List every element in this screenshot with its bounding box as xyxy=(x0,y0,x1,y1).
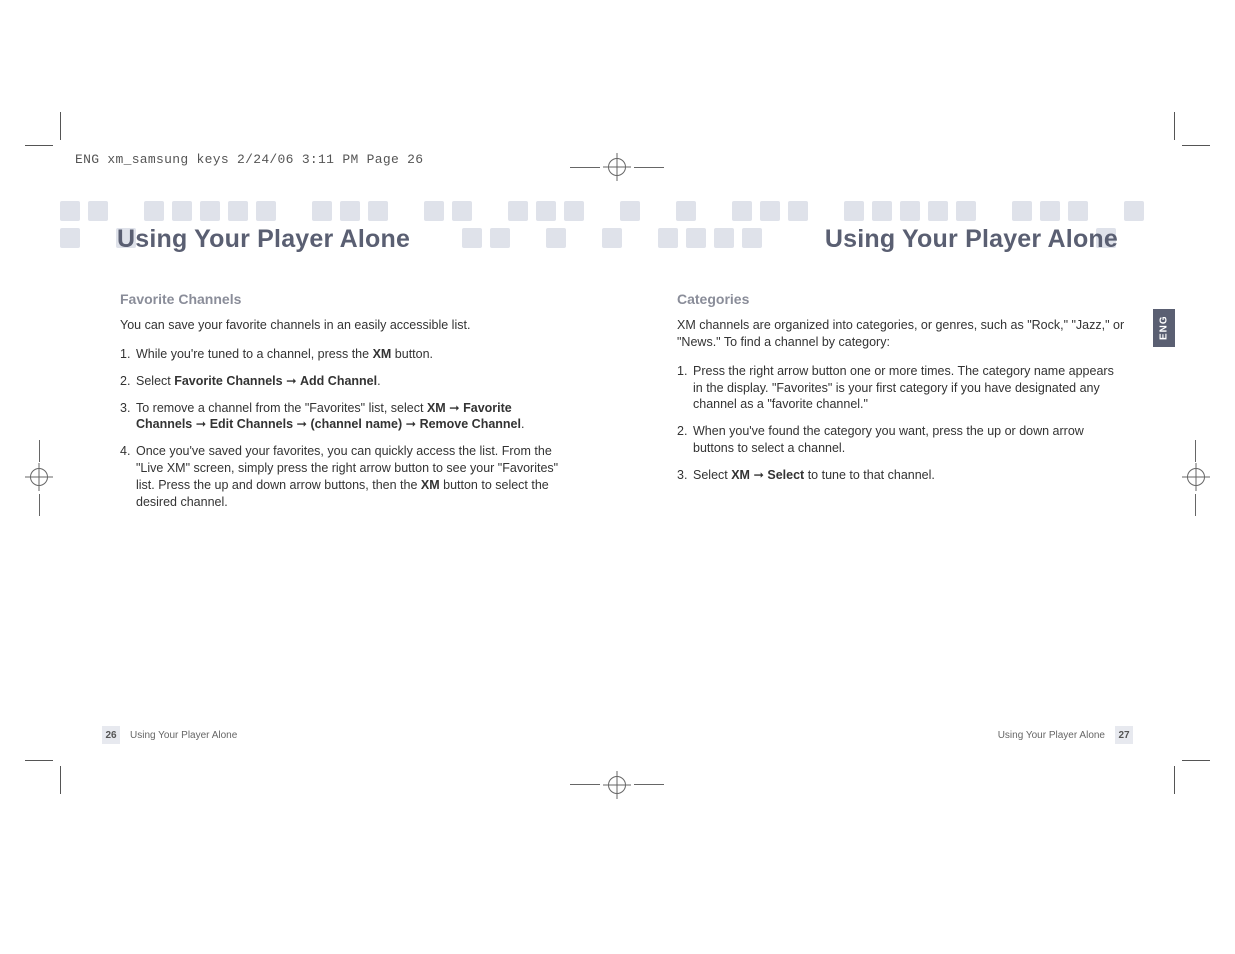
intro-text: You can save your favorite channels in a… xyxy=(120,317,568,334)
list-item: 2. Select Favorite Channels ➞ Add Channe… xyxy=(120,373,568,390)
footer-label: Using Your Player Alone xyxy=(998,730,1105,741)
intro-text: XM channels are organized into categorie… xyxy=(677,317,1125,351)
list-item: 1. Press the right arrow button one or m… xyxy=(677,363,1125,414)
reg-mark-icon xyxy=(1187,468,1205,486)
list-item: 3. To remove a channel from the "Favorit… xyxy=(120,400,568,434)
right-page: Categories XM channels are organized int… xyxy=(677,290,1125,494)
section-heading: Favorite Channels xyxy=(120,290,568,309)
page-title-right: Using Your Player Alone xyxy=(825,225,1118,254)
list-item: 3. Select XM ➞ Select to tune to that ch… xyxy=(677,467,1125,484)
footer-label: Using Your Player Alone xyxy=(130,730,237,741)
list-item: 1. While you're tuned to a channel, pres… xyxy=(120,346,568,363)
section-heading: Categories xyxy=(677,290,1125,309)
page-number: 26 xyxy=(102,726,120,744)
reg-mark-icon xyxy=(608,158,626,176)
reg-mark-icon xyxy=(30,468,48,486)
page-title-left: Using Your Player Alone xyxy=(117,225,410,254)
header-band: Using Your Player Alone Using Your Playe… xyxy=(60,201,1175,256)
page-number: 27 xyxy=(1115,726,1133,744)
list-item: 2. When you've found the category you wa… xyxy=(677,423,1125,457)
list-item: 4. Once you've saved your favorites, you… xyxy=(120,443,568,511)
footer-left: 26 Using Your Player Alone xyxy=(102,726,237,744)
left-page: Favorite Channels You can save your favo… xyxy=(120,290,568,521)
print-slug: ENG xm_samsung keys 2/24/06 3:11 PM Page… xyxy=(75,152,423,167)
language-tab: ENG xyxy=(1153,309,1175,347)
reg-mark-icon xyxy=(608,776,626,794)
footer-right: Using Your Player Alone 27 xyxy=(998,726,1133,744)
